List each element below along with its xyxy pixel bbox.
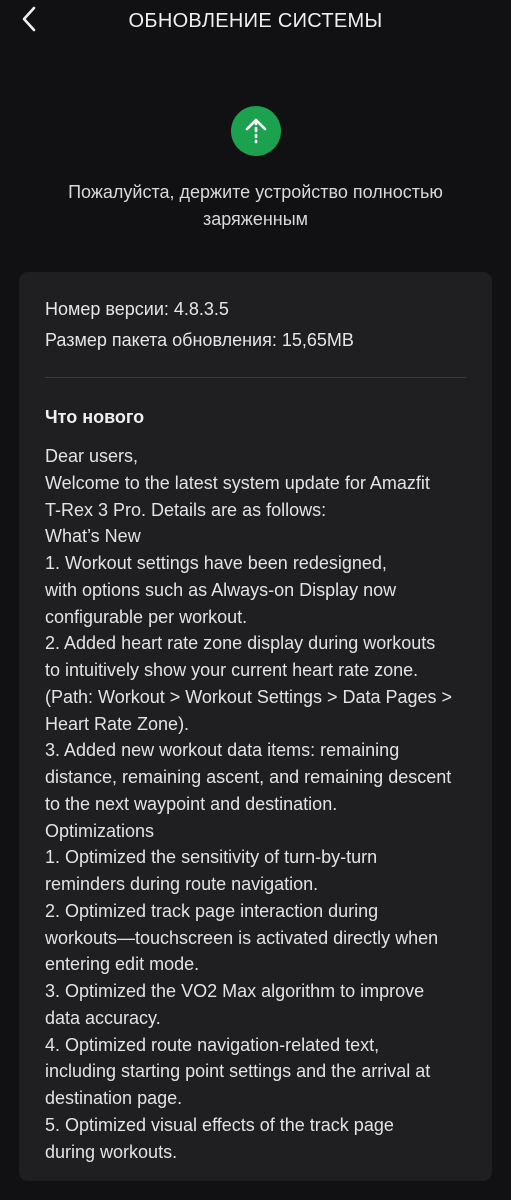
app-header: ОБНОВЛЕНИЕ СИСТЕМЫ — [0, 0, 511, 46]
release-note-line: during workouts. — [45, 1141, 178, 1162]
charge-notice: Пожалуйста, держите устройство полностью… — [30, 179, 481, 233]
release-note-line: including starting point settings and th… — [45, 1061, 431, 1082]
release-note-line: 3. Optimized the VO2 Max algorithm to im… — [45, 981, 425, 1001]
release-note-line: Heart Rate Zone). — [45, 713, 190, 734]
release-note-line: 3. Added new workout data items: remaini… — [45, 740, 400, 761]
divider — [45, 377, 466, 378]
release-note-line: data accuracy. — [45, 1007, 161, 1028]
release-note-line: 1. Workout settings have been redesigned… — [45, 553, 387, 573]
release-note-line: workouts—touchscreen is activated direct… — [45, 927, 439, 948]
release-note-line: reminders during route navigation. — [45, 874, 319, 894]
release-note-line: to the next waypoint and destination. — [45, 793, 338, 814]
release-notes: Dear users, Welcome to the latest system … — [45, 443, 470, 1165]
upload-arrow-icon — [231, 106, 281, 156]
release-note-line: 4. Optimized route navigation-related te… — [45, 1034, 380, 1055]
release-note-line: 5. Optimized visual effects of the track… — [45, 1114, 394, 1135]
release-note-line: 2. Optimized track page interaction duri… — [45, 900, 379, 921]
release-note-line: Dear users, — [45, 446, 139, 466]
release-note-line: entering edit mode. — [45, 954, 200, 975]
release-note-line: What’s New — [45, 526, 141, 547]
charge-notice-line: Пожалуйста, держите устройство полностью — [68, 182, 443, 202]
release-note-line: distance, remaining ascent, and remainin… — [45, 767, 452, 787]
release-note-line: with options such as Always-on Display n… — [45, 579, 397, 600]
release-note-line: T-Rex 3 Pro. Details are as follows: — [45, 499, 327, 520]
release-note-line: to intuitively show your current heart r… — [45, 660, 419, 680]
release-note-line: 2. Added heart rate zone display during … — [45, 633, 436, 654]
release-note-line: destination page. — [45, 1088, 183, 1108]
version-number: Номер версии: 4.8.3.5 — [45, 299, 229, 319]
page-title: ОБНОВЛЕНИЕ СИСТЕМЫ — [128, 10, 383, 32]
charge-notice-line: заряженным — [202, 209, 309, 229]
release-note-line: Welcome to the latest system update for … — [45, 472, 430, 493]
release-note-line: 1. Optimized the sensitivity of turn-by-… — [45, 847, 378, 868]
release-note-line: configurable per workout. — [45, 606, 248, 627]
package-size: Размер пакета обновления: 15,65MB — [45, 330, 354, 350]
release-note-line: (Path: Workout > Workout Settings > Data… — [45, 686, 453, 707]
whats-new-title: Что нового — [45, 407, 145, 427]
release-note-line: Optimizations — [45, 820, 155, 841]
update-details-card[interactable]: Номер версии: 4.8.3.5 Размер пакета обно… — [19, 272, 492, 1181]
